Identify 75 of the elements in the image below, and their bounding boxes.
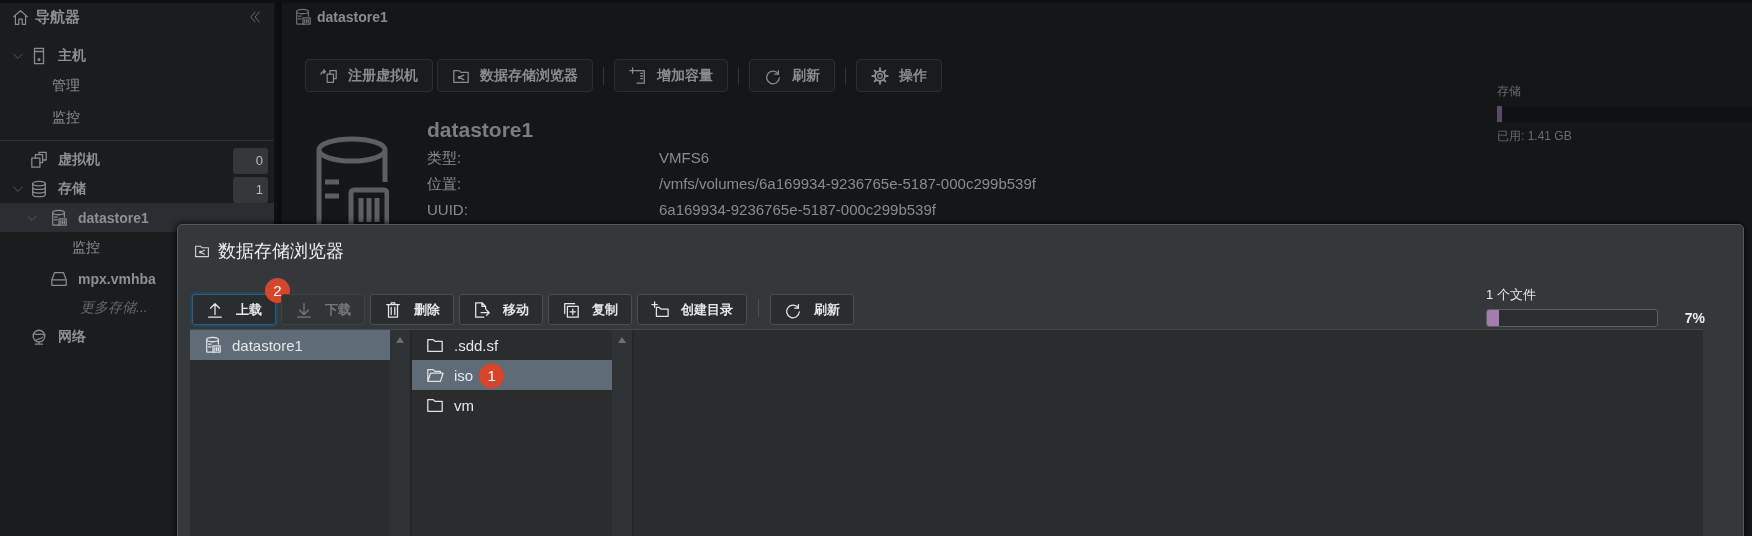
navigator-title: 导航器 <box>35 7 80 27</box>
detail-value: /vmfs/volumes/6a169934-9236765e-5187-000c299b539f <box>659 174 1036 194</box>
datastore-icon <box>204 336 222 354</box>
datastore-icon <box>294 8 312 26</box>
nav-label: 网络 <box>58 327 86 346</box>
file-count: 1 个文件 <box>1486 286 1537 304</box>
step-badge: 1 <box>479 362 505 388</box>
toolbar-button[interactable]: 刷新 <box>770 294 854 325</box>
file-row[interactable]: .sdd.sf <box>412 330 612 360</box>
nav-label: 管理 <box>52 77 80 95</box>
new-folder-icon <box>651 300 669 319</box>
toolbar-button[interactable]: 刷新 <box>749 59 835 92</box>
double-chevron-icon <box>248 10 262 24</box>
datastore-icon <box>50 208 68 227</box>
file-name: .sdd.sf <box>454 336 499 354</box>
stacked-windows-icon <box>30 150 48 169</box>
dialog-title: 数据存储浏览器 <box>218 240 344 263</box>
storage-label: 存储 <box>1497 83 1522 100</box>
toolbar-button[interactable]: 复制 <box>548 294 632 325</box>
nav-label: 虚拟机 <box>58 150 100 169</box>
file-name: iso <box>454 366 474 384</box>
copy-icon <box>562 300 580 319</box>
folder-share-icon <box>194 243 210 259</box>
file-arrow-icon <box>473 300 491 319</box>
count-badge: 1 <box>233 176 268 203</box>
storage-used: 已用: 1.41 GB <box>1497 128 1573 145</box>
detail-label: 位置: <box>427 174 463 194</box>
gear-icon <box>871 66 889 85</box>
page-title: datastore1 <box>317 9 388 25</box>
detail-value: VMFS6 <box>659 148 709 168</box>
folder-icon <box>426 336 444 354</box>
register-icon <box>320 66 338 85</box>
file-name: vm <box>454 396 474 414</box>
datastore-name: datastore1 <box>427 118 535 142</box>
disk-drive-icon <box>50 269 68 288</box>
add-capacity-icon <box>629 66 647 85</box>
sidebar-item[interactable]: datastore1 <box>0 203 274 232</box>
count-badge: 0 <box>233 147 268 174</box>
scroll-up-icon[interactable] <box>395 336 405 344</box>
toolbar-button[interactable]: 增加容量 <box>614 59 728 92</box>
trash-icon <box>384 300 402 319</box>
scrollbar[interactable] <box>390 330 410 536</box>
sidebar-item[interactable]: 虚拟机 0 <box>0 145 274 174</box>
file-row[interactable]: vm <box>412 390 612 420</box>
folder-icon <box>426 396 444 414</box>
download-icon <box>295 300 313 319</box>
detail-value: 6a169934-9236765e-5187-000c299b539f <box>659 200 936 220</box>
toolbar-button[interactable]: 注册虚拟机 <box>305 59 433 92</box>
toolbar-button[interactable]: 数据存储浏览器 <box>437 59 593 92</box>
nav-label: 主机 <box>58 46 86 65</box>
detail-label: UUID: <box>427 200 469 220</box>
scrollbar[interactable] <box>612 330 632 536</box>
scroll-up-icon[interactable] <box>617 336 627 344</box>
file-row[interactable]: datastore1 <box>190 330 390 360</box>
nav-label: mpx.vmhba <box>78 270 156 287</box>
nav-label: 监控 <box>52 109 80 127</box>
file-row[interactable]: iso 1 <box>412 360 612 390</box>
sidebar-item[interactable]: 监控 <box>0 102 274 134</box>
sidebar-item[interactable]: 主机 <box>0 41 274 70</box>
toolbar-button[interactable]: 删除 <box>370 294 454 325</box>
progress-percent: 7% <box>1684 310 1705 326</box>
toolbar-button[interactable]: 移动 <box>459 294 543 325</box>
nav-label: datastore1 <box>78 209 149 226</box>
toolbar-button[interactable]: 创建目录 <box>637 294 747 325</box>
detail-label: 类型: <box>427 148 463 168</box>
open-folder-icon <box>426 366 444 384</box>
database-icon <box>30 179 48 198</box>
home-icon <box>12 8 29 26</box>
toolbar-button[interactable]: 操作 <box>856 59 942 92</box>
globe-icon <box>30 327 48 346</box>
file-name: datastore1 <box>232 336 303 354</box>
upload-icon <box>206 300 224 319</box>
nav-label: 存储 <box>58 179 86 198</box>
sidebar-item[interactable]: 存储 1 <box>0 174 274 203</box>
sidebar-item[interactable]: 管理 <box>0 70 274 102</box>
